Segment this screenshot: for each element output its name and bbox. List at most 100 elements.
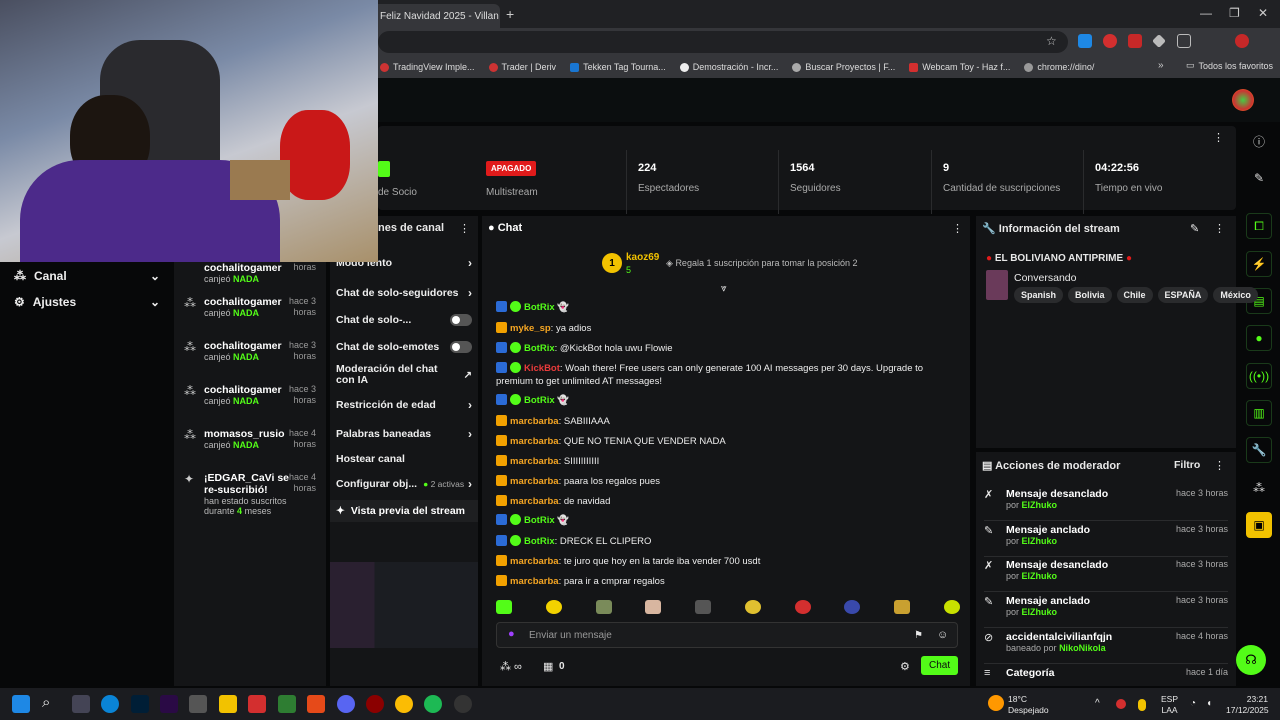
chat-username[interactable]: marcbarba [510,576,559,587]
bookmark-item[interactable]: TradingView Imple... [380,62,475,72]
stream-preview-header[interactable]: ✦ Vista previa del stream [330,500,478,522]
microphone-icon[interactable] [1138,699,1146,711]
clock[interactable]: 23:21 17/12/2025 [1226,694,1269,716]
emote-icon[interactable] [794,600,811,614]
chat-username[interactable]: marcbarba [510,436,559,447]
app-icon[interactable] [366,695,384,713]
chat-username[interactable]: marcbarba [510,456,559,467]
emote-icon[interactable] [744,600,761,614]
more-options-icon[interactable]: ⋮ [1213,131,1224,144]
emotes-only-toggle[interactable] [450,341,472,353]
top-gifter-name[interactable]: kaoz69 [626,252,659,263]
broadcast-icon[interactable]: ((•)) [1246,363,1272,389]
banned-words-setting[interactable]: Palabras baneadas › [336,427,472,441]
stream-category[interactable]: Conversando [1014,272,1076,284]
community-icon[interactable]: ⁂ [1246,475,1272,501]
task-view-icon[interactable] [72,695,90,713]
subs-only-toggle[interactable] [450,314,472,326]
browser-tab[interactable]: Feliz Navidad 2025 - Villan✕ [372,4,500,28]
support-headset-icon[interactable]: ☊ [1236,645,1266,675]
chat-username[interactable]: KickBot [524,363,560,374]
mod-user-link[interactable]: NikoNikola [1059,643,1106,653]
more-options-icon[interactable]: ⋮ [459,222,470,235]
more-bookmarks-icon[interactable]: » [1158,60,1164,71]
bookmark-star-icon[interactable]: ☆ [1046,34,1057,48]
emote-icon[interactable] [695,600,712,614]
edit-icon[interactable]: ✎ [1190,222,1199,235]
minimize-button[interactable]: — [1200,6,1212,20]
minecraft-icon[interactable] [278,695,296,713]
mod-user-link[interactable]: ElZhuko [1022,536,1058,546]
store-icon[interactable] [189,695,207,713]
emote-icon[interactable] [844,600,861,614]
chat-settings-gear-icon[interactable]: ⚙ [900,660,910,673]
mod-user-link[interactable]: ElZhuko [1022,571,1058,581]
host-channel-setting[interactable]: Hostear canal [336,453,472,465]
chat-username[interactable]: BotRix [524,343,555,354]
pinned-toggle-icon[interactable]: ⩔ [721,283,727,294]
mod-user-link[interactable]: ElZhuko [1022,607,1058,617]
ai-moderation-setting[interactable]: Moderación del chat con IA ↗ [336,364,472,386]
chat-bubble-icon[interactable]: ● [1246,325,1272,351]
followers-only-setting[interactable]: Chat de solo-seguidores › [336,286,472,300]
bookmark-item[interactable]: chrome://dino/ [1024,62,1094,72]
community-points-icon[interactable]: ⁂ ∞ [500,660,522,673]
more-options-icon[interactable]: ⋮ [952,222,963,235]
emote-icon[interactable] [496,600,512,614]
emote-icon[interactable] [943,600,960,614]
discord-icon[interactable] [337,695,355,713]
photoshop-icon[interactable] [131,695,149,713]
volume-icon[interactable]: ◖ [1206,698,1212,709]
address-bar[interactable] [378,31,1068,53]
tag[interactable]: Chile [1116,287,1153,303]
extension-icon[interactable] [1103,34,1117,48]
chat-username[interactable]: marcbarba [510,476,559,487]
close-window-button[interactable]: ✕ [1258,6,1268,20]
tag[interactable]: Bolivia [1068,287,1112,303]
chat-username[interactable]: BotRix [524,395,555,406]
profile-icon[interactable] [1235,34,1249,48]
emote-icon[interactable] [894,600,911,614]
file-explorer-icon[interactable] [219,695,237,713]
obs-icon[interactable] [454,695,472,713]
info-icon[interactable]: ⓘ [1246,128,1272,154]
brave-icon[interactable] [307,695,325,713]
chat-username[interactable]: marcbarba [510,416,559,427]
tag[interactable]: Spanish [1014,287,1064,303]
tray-chevron-icon[interactable]: ^ [1095,698,1100,709]
extension-icon[interactable] [1128,34,1142,48]
chat-username[interactable]: BotRix [524,302,555,313]
user-avatar[interactable] [1232,89,1254,111]
store-icon[interactable]: ▦ [543,660,553,673]
bookmark-item[interactable]: Demostración - Incr... [679,62,778,72]
bookmark-item[interactable]: Tekken Tag Tourna... [570,62,666,72]
chat-username[interactable]: marcbarba [510,556,559,567]
storage-icon[interactable]: ▥ [1246,400,1272,426]
search-icon[interactable]: ⌕ [42,694,50,711]
subs-only-setting[interactable]: Chat de solo-... [336,314,472,326]
extensions-icon[interactable] [1177,34,1191,48]
kick-commands-icon[interactable]: ⚑ [914,630,923,641]
age-restriction-setting[interactable]: Restricción de edad › [336,398,472,412]
all-favorites-button[interactable]: ▭ Todos los favoritos [1186,60,1273,71]
sidebar-item-canal[interactable]: ⁂ Canal ⌄ [14,269,160,283]
bookmark-item[interactable]: Buscar Proyectos | F... [792,62,895,72]
chat-username[interactable]: marcbarba [510,496,559,507]
language-indicator[interactable]: ESP LAA [1161,694,1178,716]
spotify-icon[interactable] [424,695,442,713]
emotes-only-setting[interactable]: Chat de solo-emotes [336,341,472,353]
send-chat-button[interactable]: Chat [921,656,959,675]
windows-start-icon[interactable] [12,695,30,713]
new-tab-button[interactable]: + [506,6,514,22]
edge-icon[interactable] [101,695,119,713]
configure-goals-setting[interactable]: Configurar obj... ● 2 activas › [336,477,472,491]
weather-widget[interactable]: 18°C Despejado [1008,694,1049,716]
mod-user-link[interactable]: ElZhuko [1022,500,1058,510]
chat-username[interactable]: myke_sp [510,323,551,334]
lightning-icon[interactable]: ⚡ [1246,251,1272,277]
filter-button[interactable]: Filtro [1174,459,1200,471]
more-options-icon[interactable]: ⋮ [1214,222,1225,235]
maximize-button[interactable]: ❐ [1229,6,1240,20]
tray-icon[interactable] [1116,699,1126,709]
wrench-icon[interactable]: 🔧 [1246,437,1272,463]
